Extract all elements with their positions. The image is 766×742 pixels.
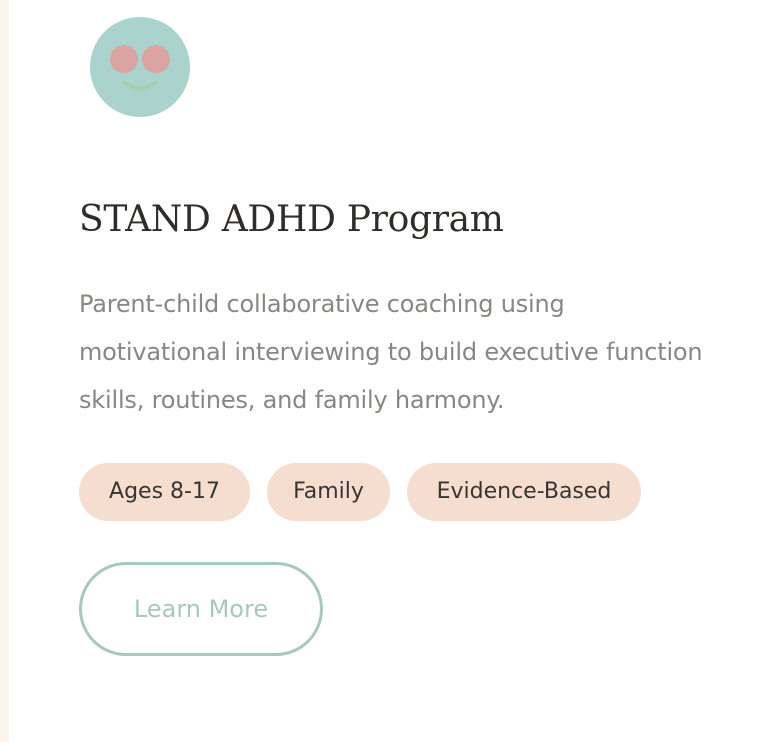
- tag-ages: Ages 8-17: [79, 463, 250, 521]
- left-edge-strip: [0, 0, 9, 742]
- tag-family: Family: [267, 463, 390, 521]
- program-description: Parent-child collaborative coaching usin…: [79, 290, 703, 414]
- learn-more-button[interactable]: Learn More: [79, 562, 323, 656]
- tag-evidence-based: Evidence-Based: [407, 463, 641, 521]
- program-title: STAND ADHD Program: [79, 199, 504, 240]
- smiley-face-icon: [90, 17, 190, 117]
- smiley-face-icon-graphic: [90, 17, 190, 117]
- tag-list: Ages 8-17 Family Evidence-Based: [79, 463, 641, 521]
- program-card: STAND ADHD Program Parent-child collabor…: [9, 0, 766, 742]
